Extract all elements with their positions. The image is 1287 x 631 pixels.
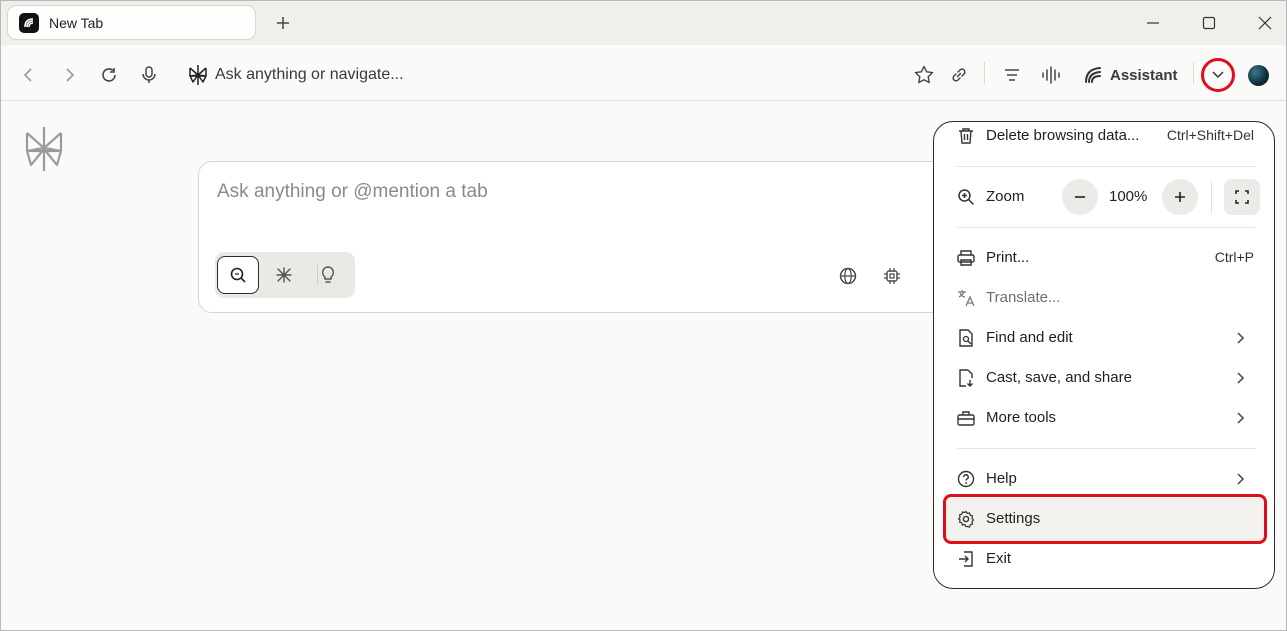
assistant-icon[interactable] (1080, 62, 1106, 88)
forward-button[interactable] (56, 62, 82, 88)
plus-icon (1175, 192, 1185, 202)
profile-avatar[interactable] (1248, 65, 1269, 86)
zoom-out-button[interactable] (1062, 179, 1098, 215)
perplexity-logo-icon (23, 125, 65, 173)
new-tab-button[interactable] (271, 11, 295, 35)
minimize-button[interactable] (1138, 9, 1168, 37)
search-mode-selector (215, 252, 355, 298)
translate-icon (956, 288, 976, 308)
toolbar-divider (1193, 62, 1194, 84)
voice-wave-button[interactable] (1038, 62, 1064, 88)
menu-item-shortcut: Ctrl+P (1214, 249, 1254, 265)
menu-item-label: Translate... (986, 289, 1061, 306)
menu-item-help[interactable]: Help (934, 460, 1274, 498)
minus-icon (1075, 196, 1085, 198)
tab-new-tab[interactable]: New Tab (7, 5, 256, 40)
zoom-icon (956, 187, 976, 207)
microphone-button[interactable] (136, 62, 162, 88)
reload-button[interactable] (96, 62, 122, 88)
reader-list-button[interactable] (999, 62, 1025, 88)
perplexity-logo-icon (185, 62, 211, 88)
chevron-right-icon (1234, 370, 1248, 386)
menu-item-label: More tools (986, 409, 1057, 426)
printer-icon (956, 248, 976, 268)
toolbar: Ask anything or navigate... Assistant (1, 45, 1286, 101)
chevron-right-icon (1234, 410, 1248, 426)
exit-icon (956, 549, 976, 569)
menu-divider (957, 227, 1255, 228)
menu-item-label: Help (986, 470, 1017, 487)
menu-item-label: Cast, save, and share (986, 369, 1132, 386)
search-input[interactable]: Ask anything or @mention a tab (217, 181, 488, 203)
zoom-divider (1211, 181, 1212, 213)
chevron-right-icon (1234, 330, 1248, 346)
fullscreen-button[interactable] (1224, 179, 1260, 215)
find-icon (956, 328, 976, 348)
search-icon (230, 267, 246, 283)
toolbox-icon (956, 408, 976, 428)
omnibox[interactable]: Ask anything or navigate... (215, 66, 404, 84)
tab-strip: New Tab (1, 1, 1286, 45)
menu-item-label: Exit (986, 550, 1012, 567)
close-window-button[interactable] (1250, 9, 1280, 37)
chevron-right-icon (1234, 471, 1248, 487)
lightbulb-icon (321, 266, 335, 283)
search-box[interactable]: Ask anything or @mention a tab (198, 161, 978, 313)
browser-window: New Tab Ask anything or navigate... Assi… (0, 0, 1287, 631)
menu-item-translate[interactable]: Translate... (934, 279, 1274, 317)
link-button[interactable] (946, 62, 972, 88)
menu-item-label: Delete browsing data... (986, 127, 1140, 144)
menu-item-label: Zoom (986, 188, 1025, 205)
tab-title: New Tab (49, 15, 104, 31)
fullscreen-icon (1235, 190, 1249, 204)
menu-item-zoom: Zoom (934, 178, 1274, 216)
menu-item-print[interactable]: Print... Ctrl+P (934, 239, 1274, 277)
menu-item-delete-browsing-data[interactable]: Delete browsing data... Ctrl+Shift+Del (934, 122, 1274, 155)
toolbar-divider (984, 62, 985, 84)
perplexity-favicon-icon (19, 13, 39, 33)
menu-item-more-tools[interactable]: More tools (934, 399, 1274, 437)
maximize-button[interactable] (1194, 9, 1224, 37)
labs-mode-button[interactable] (307, 256, 349, 294)
zoom-level: 100% (1109, 188, 1148, 205)
main-menu-button[interactable] (1201, 58, 1235, 92)
menu-item-label: Print... (986, 249, 1030, 266)
menu-item-exit[interactable]: Exit (934, 540, 1274, 578)
main-menu: Delete browsing data... Ctrl+Shift+Del Z… (933, 121, 1275, 589)
back-button[interactable] (16, 62, 42, 88)
menu-item-settings[interactable]: Settings (934, 500, 1274, 538)
research-icon (276, 267, 292, 283)
zoom-in-button[interactable] (1162, 179, 1198, 215)
menu-item-label: Settings (986, 510, 1041, 527)
menu-item-cast-save-share[interactable]: Cast, save, and share (934, 359, 1274, 397)
trash-icon (956, 126, 976, 146)
chevron-down-icon (1212, 71, 1224, 79)
globe-icon[interactable] (837, 265, 859, 287)
bookmark-star-button[interactable] (911, 62, 937, 88)
menu-divider (957, 166, 1255, 167)
search-mode-button[interactable] (217, 256, 259, 294)
menu-item-label: Find and edit (986, 329, 1073, 346)
model-chip-icon[interactable] (881, 265, 903, 287)
menu-item-shortcut: Ctrl+Shift+Del (1166, 127, 1254, 143)
menu-item-find-and-edit[interactable]: Find and edit (934, 319, 1274, 357)
research-mode-button[interactable] (263, 256, 305, 294)
menu-divider (957, 448, 1255, 449)
cast-icon (956, 368, 976, 388)
gear-icon (956, 509, 976, 529)
help-icon (956, 469, 976, 489)
assistant-button[interactable]: Assistant (1110, 67, 1178, 84)
